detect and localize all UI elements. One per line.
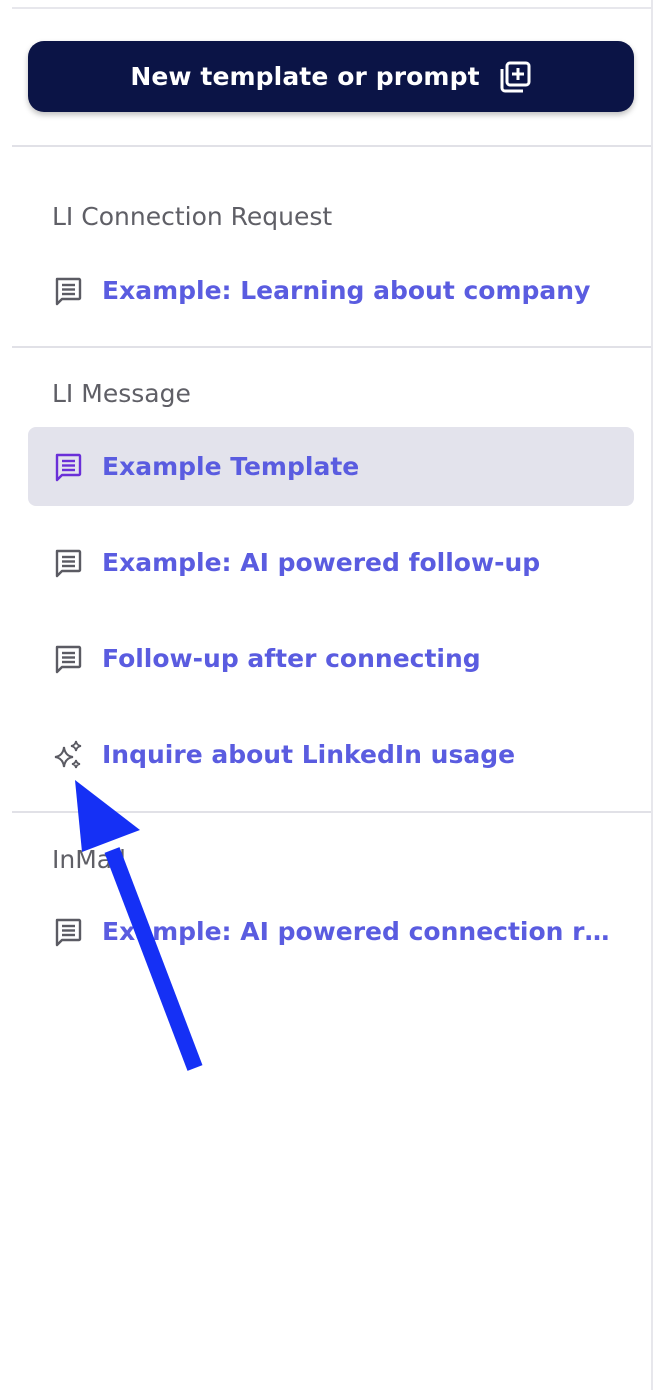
- template-item-follow-up-after-connecting[interactable]: Follow-up after connecting: [28, 619, 634, 698]
- template-item-inquire-about-linkedin-usage[interactable]: Inquire about LinkedIn usage: [28, 715, 634, 794]
- top-divider: [12, 7, 652, 9]
- templates-sidebar: New template or prompt LI Connection Req…: [0, 0, 652, 1390]
- template-item-ai-powered-follow-up[interactable]: Example: AI powered follow-up: [28, 523, 634, 602]
- section-title-li-connection-request: LI Connection Request: [52, 202, 333, 231]
- add-copy-icon: [498, 60, 532, 94]
- template-item-example-template[interactable]: Example Template: [28, 427, 634, 506]
- template-item-label: Example Template: [102, 452, 360, 481]
- template-item-label: Example: Learning about company: [102, 276, 591, 305]
- section-divider: [12, 811, 652, 813]
- new-template-label: New template or prompt: [130, 62, 480, 91]
- section-divider: [12, 346, 652, 348]
- template-item-label: Example: AI powered follow-up: [102, 548, 541, 577]
- new-template-button[interactable]: New template or prompt: [28, 41, 634, 112]
- message-icon: [52, 547, 84, 579]
- message-icon: [52, 916, 84, 948]
- sparkles-icon: [52, 739, 84, 771]
- section-title-li-message: LI Message: [52, 379, 191, 408]
- message-icon: [52, 275, 84, 307]
- template-item-label: Inquire about LinkedIn usage: [102, 740, 516, 769]
- section-title-inmail: InMail: [52, 845, 126, 874]
- template-item-label: Example: AI powered connection req...: [102, 917, 622, 946]
- template-item-label: Follow-up after connecting: [102, 644, 481, 673]
- section-divider: [12, 145, 652, 147]
- message-icon: [52, 643, 84, 675]
- message-icon: [52, 451, 84, 483]
- sidebar-right-border: [651, 0, 653, 1390]
- template-item-learning-about-company[interactable]: Example: Learning about company: [28, 251, 634, 330]
- template-item-ai-powered-connection-request[interactable]: Example: AI powered connection req...: [28, 892, 634, 971]
